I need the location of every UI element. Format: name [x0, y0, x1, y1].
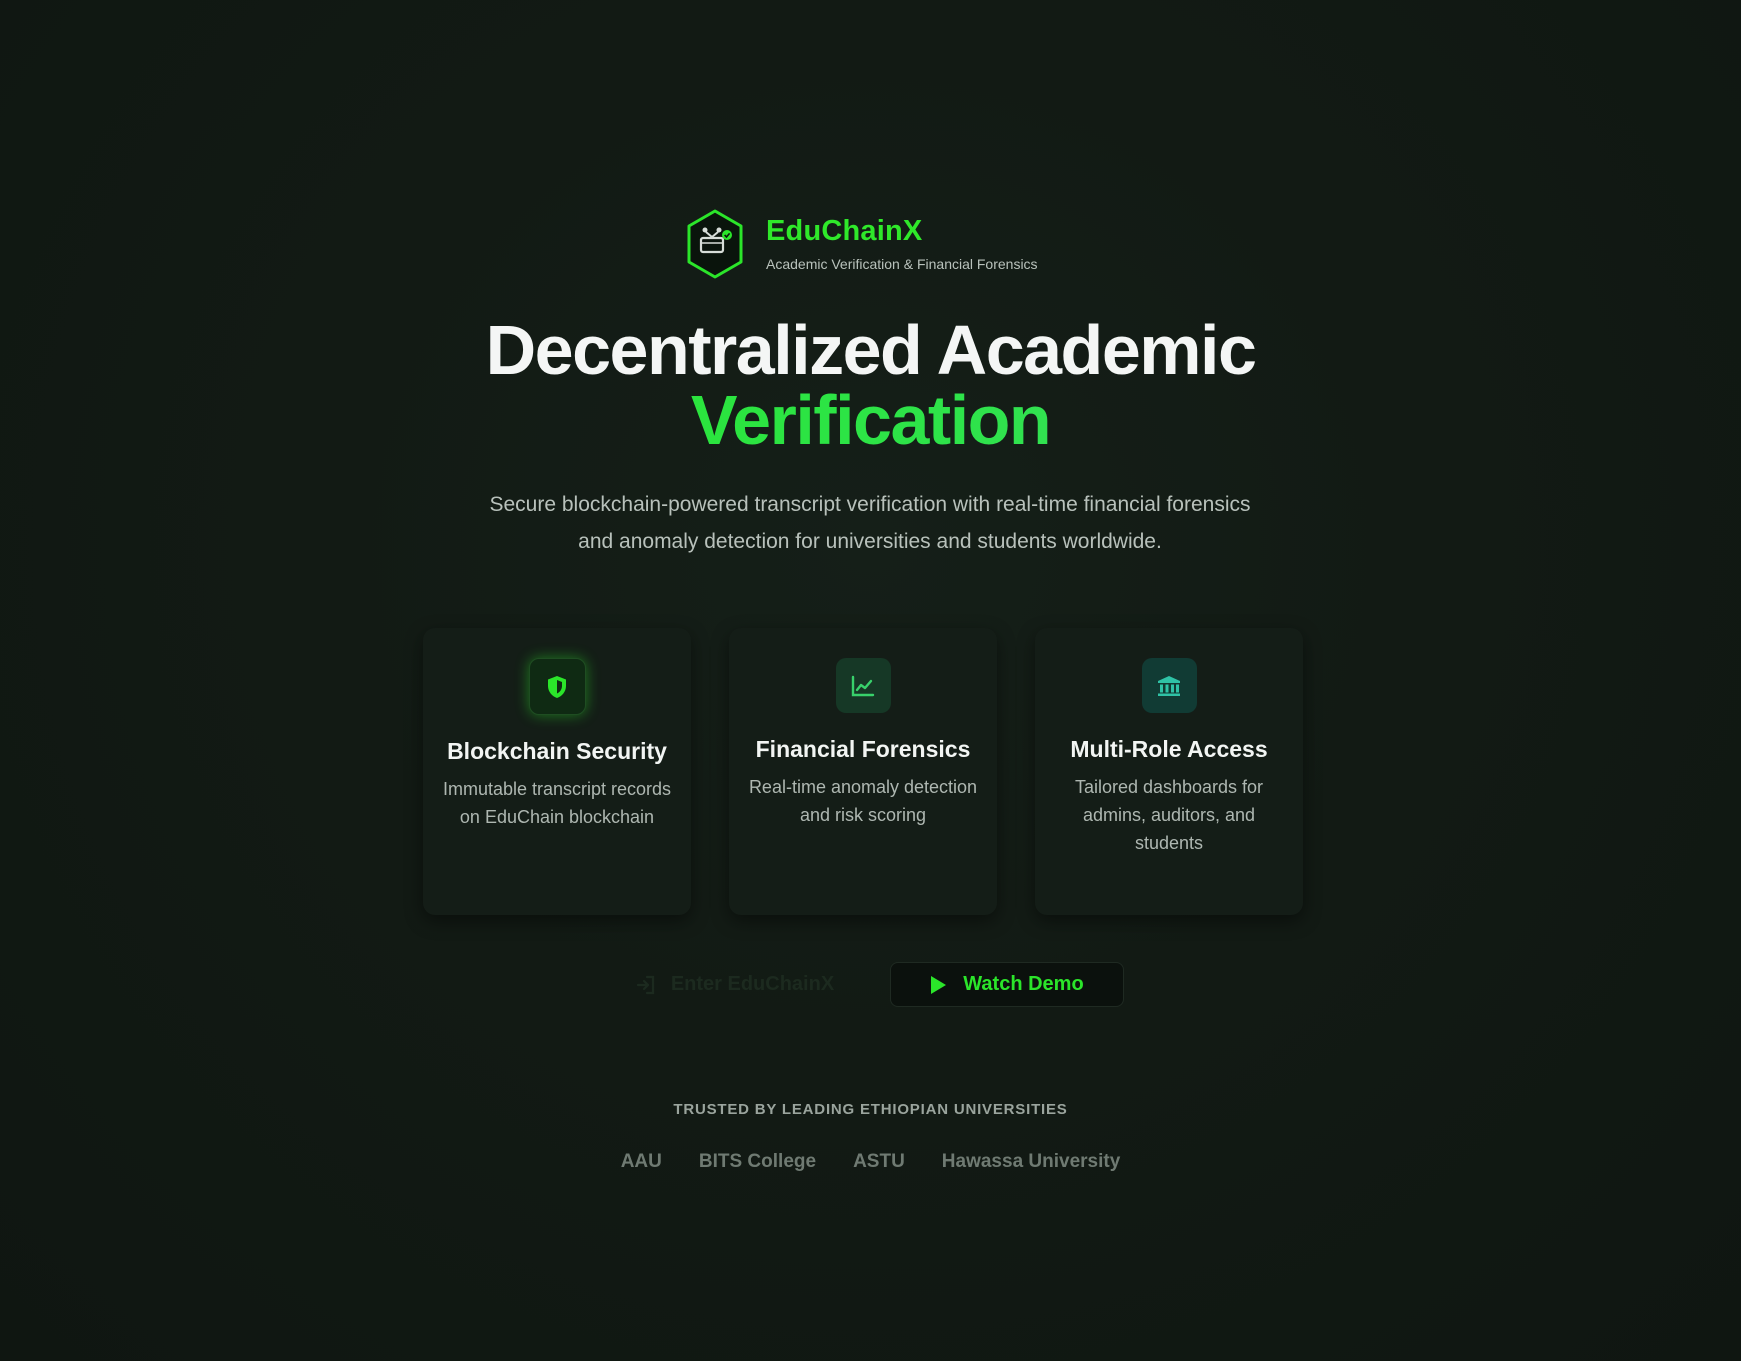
shield-icon: [528, 658, 586, 715]
feature-description: Immutable transcript records on EduChain…: [442, 779, 672, 827]
line-chart-icon: [835, 658, 891, 713]
university-list: AAU BITS College ASTU Hawassa University: [0, 1151, 1741, 1173]
university-name: ASTU: [853, 1151, 905, 1172]
feature-card-financial-forensics: Financial Forensics Real-time anomaly de…: [729, 628, 997, 915]
feature-title: Multi-Role Access: [1070, 736, 1268, 762]
university-name: BITS College: [698, 1151, 817, 1172]
cta-actions: Enter EduChainX Watch Demo: [0, 962, 1741, 1007]
hero-subtitle: Secure blockchain-powered transcript ver…: [489, 493, 1251, 553]
feature-title: Financial Forensics: [755, 736, 971, 762]
login-icon: [635, 974, 657, 996]
feature-card-multi-role-access: Multi-Role Access Tailored dashboards fo…: [1035, 628, 1303, 915]
play-icon: [929, 975, 947, 995]
bank-icon: [1141, 658, 1197, 713]
feature-card-blockchain-security: Blockchain Security Immutable transcript…: [423, 628, 691, 915]
feature-description: Real-time anomaly detection and risk sco…: [748, 777, 978, 825]
brand-header: EduChainX Academic Verification & Financ…: [684, 208, 1038, 280]
hexagon-chain-icon: [684, 208, 746, 280]
enter-button-label: Enter EduChainX: [670, 973, 835, 995]
brand-tagline: Academic Verification & Financial Forens…: [766, 255, 1038, 272]
hero-title-line1: Decentralized Academic: [485, 311, 1257, 389]
hero-title-line2: Verification: [0, 385, 1741, 455]
trusted-by-label: TRUSTED BY LEADING ETHIOPIAN UNIVERSITIE…: [673, 1101, 1068, 1118]
feature-description: Tailored dashboards for admins, auditors…: [1074, 777, 1264, 853]
university-name: Hawassa University: [941, 1151, 1121, 1172]
hero-title: Decentralized Academic Verification: [0, 315, 1741, 455]
watch-demo-label: Watch Demo: [963, 973, 1084, 995]
feature-cards: Blockchain Security Immutable transcript…: [423, 628, 1303, 915]
brand-name: EduChainX: [766, 215, 923, 248]
enter-educhainx-button[interactable]: Enter EduChainX: [618, 962, 852, 1007]
watch-demo-button[interactable]: Watch Demo: [889, 962, 1124, 1007]
feature-title: Blockchain Security: [447, 738, 667, 764]
university-name: AAU: [620, 1151, 662, 1172]
